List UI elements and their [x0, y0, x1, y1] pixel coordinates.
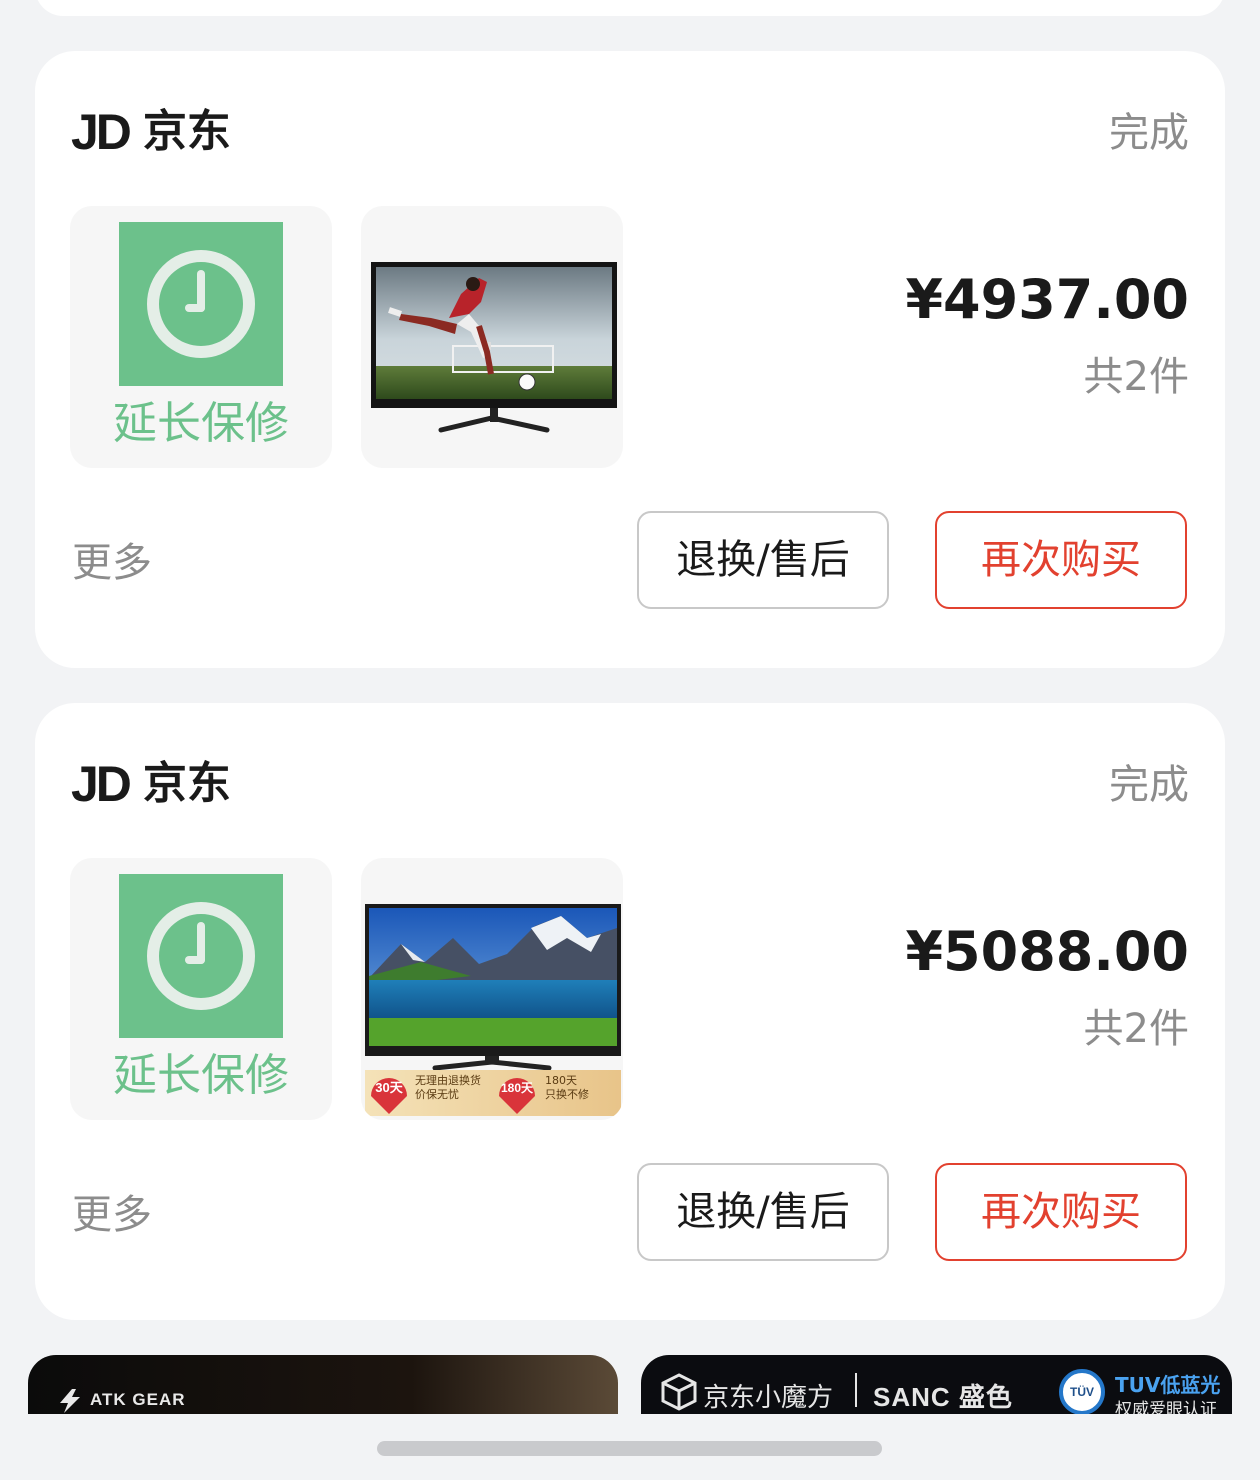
product-thumbnail[interactable]	[361, 206, 623, 468]
order-card[interactable]: JD 京东 完成 延长保修	[35, 51, 1225, 668]
divider	[855, 1373, 857, 1407]
warranty-label: 延长保修	[113, 1050, 289, 1101]
return-aftersale-button[interactable]: 退换/售后	[637, 1163, 889, 1261]
shop-header[interactable]: JD 京东	[71, 107, 231, 157]
warranty-thumbnail[interactable]: 延长保修	[70, 206, 332, 468]
shop-name: 京东	[142, 106, 231, 157]
more-button[interactable]: 更多	[72, 1195, 152, 1235]
promo-badge-30: 30天	[375, 1080, 403, 1095]
tuv-badge-icon: TÜV	[1059, 1369, 1105, 1415]
order-status: 完成	[1109, 762, 1189, 808]
order-price: ¥4937.00	[905, 268, 1189, 331]
promo-badge-180: 180天	[501, 1081, 534, 1095]
warranty-thumbnail[interactable]: 延长保修	[70, 858, 332, 1120]
more-button[interactable]: 更多	[72, 543, 152, 583]
promo-text-1a: 无理由退换货	[415, 1073, 481, 1087]
warranty-label: 延长保修	[113, 398, 289, 449]
rebuy-button[interactable]: 再次购买	[935, 511, 1187, 609]
product-thumbnail[interactable]: 30天 无理由退换货 价保无忧 180天 180天 只换不修	[361, 858, 623, 1120]
shop-header[interactable]: JD 京东	[71, 759, 231, 809]
jd-cube-text: 京东小魔方	[703, 1383, 834, 1413]
promo-strip: 30天 无理由退换货 价保无忧 180天 180天 只换不修	[365, 1070, 621, 1116]
shop-name: 京东	[142, 758, 231, 809]
sanc-brand-text: SANC 盛色	[873, 1382, 1013, 1412]
clock-icon	[119, 874, 283, 1038]
promo-text-2a: 180天	[545, 1074, 577, 1087]
order-price: ¥5088.00	[905, 920, 1189, 983]
cube-logo-icon	[661, 1373, 697, 1411]
item-count: 共2件	[1083, 1006, 1189, 1052]
atk-logo-icon	[60, 1389, 80, 1413]
atk-brand-text: ATK GEAR	[90, 1390, 186, 1409]
promo-text-2b: 只换不修	[545, 1087, 589, 1101]
promo-text-1b: 价保无忧	[415, 1087, 459, 1101]
previous-order-card	[35, 0, 1225, 16]
jd-logo: JD	[71, 104, 132, 160]
tv-landscape-image: 30天 无理由退换货 价保无忧 180天 180天 只换不修	[365, 904, 621, 1116]
order-card[interactable]: JD 京东 完成 延长保修	[35, 703, 1225, 1320]
clock-icon	[119, 222, 283, 386]
item-count: 共2件	[1083, 354, 1189, 400]
order-status: 完成	[1109, 110, 1189, 156]
rebuy-button[interactable]: 再次购买	[935, 1163, 1187, 1261]
tv-soccer-image	[371, 262, 617, 433]
tuv-cert-title: TUV低蓝光	[1115, 1373, 1221, 1397]
home-indicator[interactable]	[377, 1441, 882, 1456]
jd-logo: JD	[71, 756, 132, 812]
return-aftersale-button[interactable]: 退换/售后	[637, 511, 889, 609]
